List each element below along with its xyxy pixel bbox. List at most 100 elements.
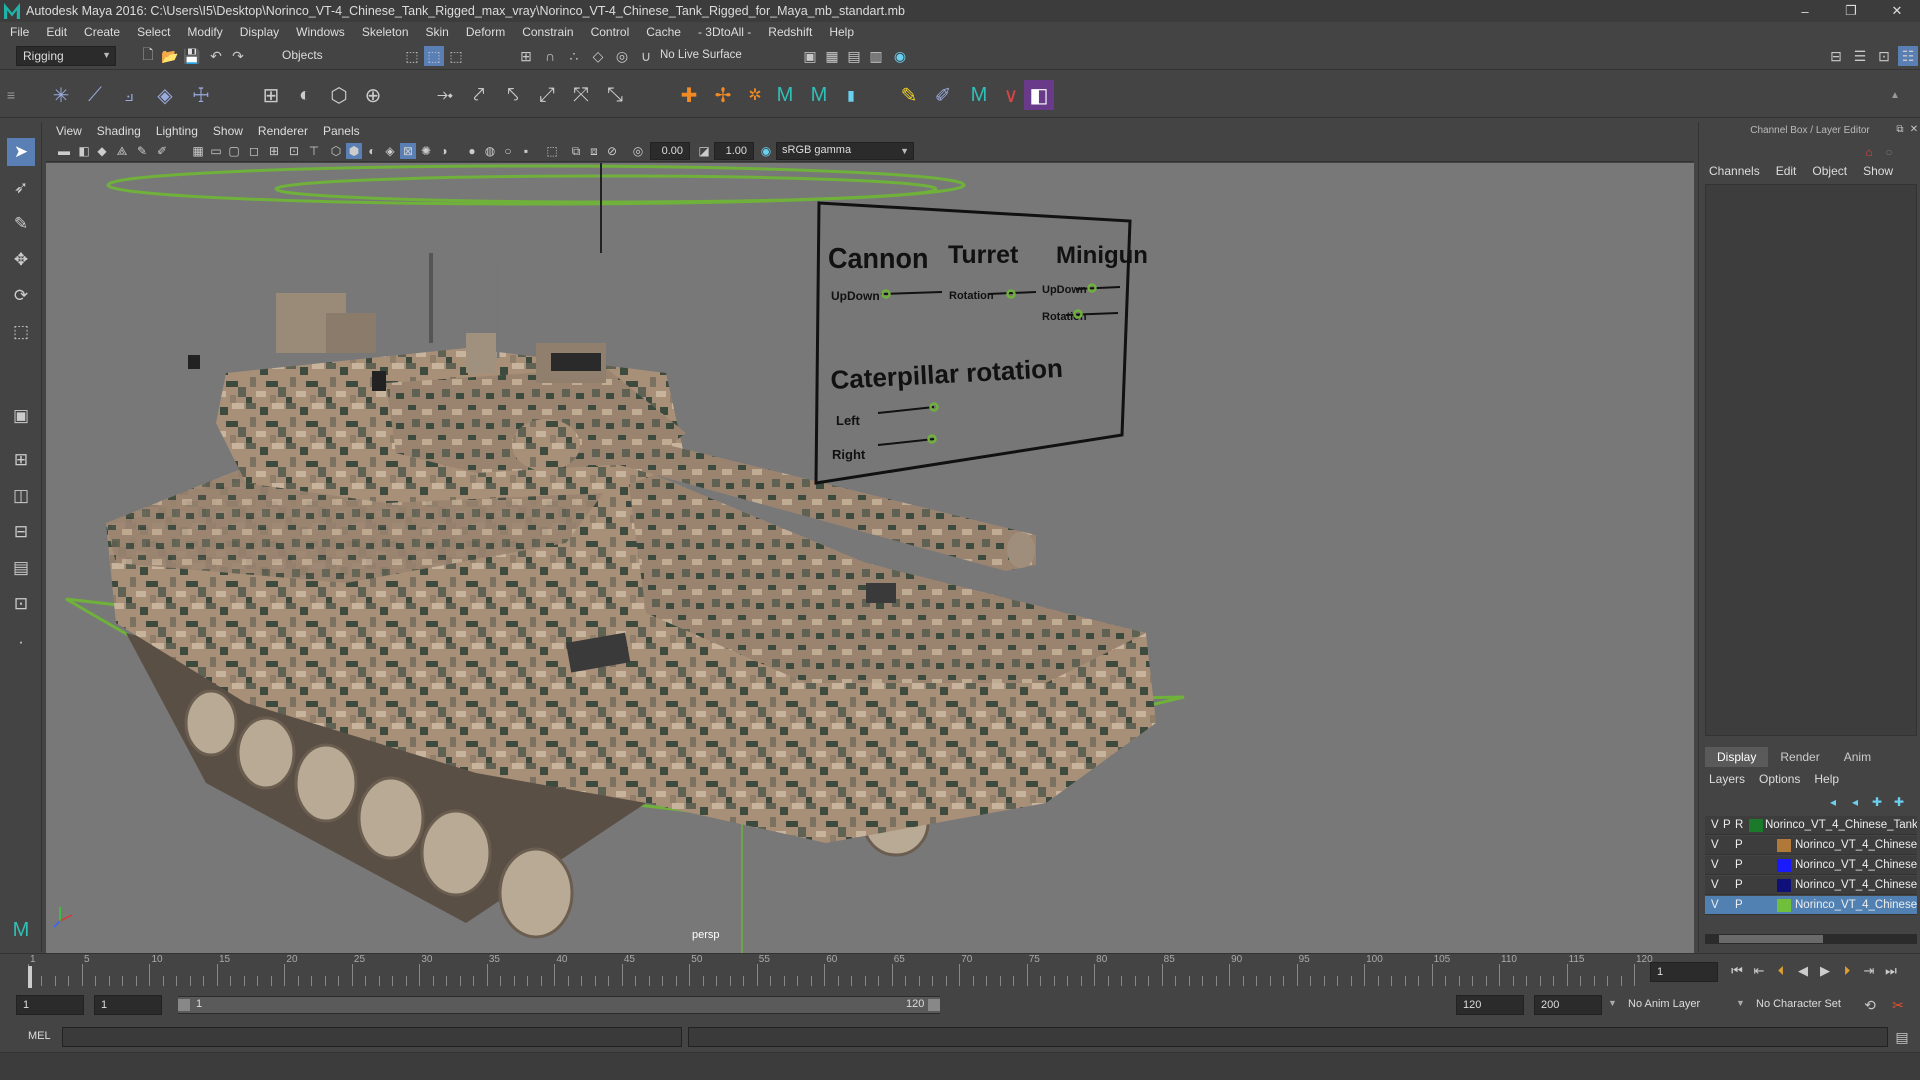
animation-end-field[interactable]: 200 <box>1534 995 1602 1015</box>
xray-joints-icon[interactable]: ⧈ <box>586 143 602 159</box>
channels-menu[interactable]: Channels <box>1709 164 1760 178</box>
layer-color-swatch[interactable] <box>1749 819 1763 832</box>
selection-mode-dropdown[interactable]: Objects <box>276 46 376 66</box>
cb-show-menu[interactable]: Show <box>1863 164 1893 178</box>
menu-deform[interactable]: Deform <box>466 25 505 39</box>
cluster-icon[interactable]: ◐ <box>290 80 320 110</box>
safe-title-icon[interactable]: ⊤ <box>306 143 322 159</box>
layer-row[interactable]: V P Norinco_VT_4_Chinese <box>1705 836 1917 855</box>
range-slider-bar[interactable]: 1 120 <box>178 997 940 1013</box>
snap-surface-icon[interactable]: ◎ <box>612 46 632 66</box>
menu-cache[interactable]: Cache <box>646 25 681 39</box>
2d-pan-icon[interactable]: ✐ <box>154 143 170 159</box>
mash-icon[interactable]: M <box>770 80 800 110</box>
tab-display[interactable]: Display <box>1705 747 1769 767</box>
channel-options-icon[interactable]: ⌂ <box>1859 142 1879 162</box>
lasso-tool-icon[interactable]: ➶ <box>7 174 35 202</box>
go-to-end-icon[interactable]: ⏭ <box>1882 962 1900 980</box>
new-scene-icon[interactable]: 🗋 <box>138 46 158 66</box>
motion-blur-icon[interactable]: ◍ <box>482 143 498 159</box>
panel-menu-lighting[interactable]: Lighting <box>156 124 198 138</box>
chevron-down-icon[interactable]: ▼ <box>1608 998 1617 1008</box>
preferences-icon[interactable]: ✂ <box>1888 995 1908 1015</box>
menu-display[interactable]: Display <box>240 25 279 39</box>
paint-weights-icon[interactable]: ✎ <box>894 80 924 110</box>
menu-help[interactable]: Help <box>829 25 854 39</box>
menu-create[interactable]: Create <box>84 25 120 39</box>
float-panel-icon[interactable]: ⧉ <box>1893 122 1907 136</box>
bind-skin-icon[interactable]: ◈ <box>150 80 180 110</box>
wireframe-on-shaded-icon[interactable]: ◈ <box>382 143 398 159</box>
image-plane-icon[interactable]: ⟁ <box>114 143 130 159</box>
ipr-render-icon[interactable]: ▤ <box>844 46 864 66</box>
range-start-handle[interactable] <box>178 999 190 1011</box>
depth-of-field-icon[interactable]: ▪ <box>518 143 534 159</box>
snap-grid-icon[interactable]: ⊞ <box>516 46 536 66</box>
select-component-icon[interactable]: ⬚ <box>446 46 466 66</box>
layer-reference[interactable]: R <box>1735 819 1743 831</box>
range-end-handle[interactable] <box>928 999 940 1011</box>
scale-constraint-icon[interactable]: ⤢ <box>532 80 562 110</box>
aim-constraint-icon[interactable]: ⤧ <box>566 80 596 110</box>
gamma-icon[interactable]: ◪ <box>696 143 712 159</box>
script-editor-icon[interactable]: ▤ <box>1892 1027 1912 1047</box>
channel-box-toggle-icon[interactable]: ☷ <box>1898 46 1918 66</box>
rotate-tool-icon[interactable]: ⟳ <box>7 282 35 310</box>
move-layer-down-icon[interactable]: ◂ <box>1845 792 1865 812</box>
color-management-icon[interactable]: ◉ <box>758 143 774 159</box>
smooth-shade-icon[interactable]: ⬢ <box>346 143 362 159</box>
layer-row[interactable]: V P R Norinco_VT_4_Chinese_Tank <box>1705 816 1917 835</box>
bookmark-icon[interactable]: ◆ <box>94 143 110 159</box>
step-forward-key-icon[interactable]: ⇥ <box>1860 962 1878 980</box>
animation-start-field[interactable]: 1 <box>16 995 84 1015</box>
layer-row[interactable]: V P Norinco_VT_4_Chinese <box>1705 876 1917 895</box>
time-slider[interactable]: 1 5 10 15 20 25 30 35 40 45 50 55 60 65 70 75 80 85 90 95 10… <box>0 953 1920 989</box>
textured-icon[interactable]: ⊠ <box>400 143 416 159</box>
anim-layer-dropdown[interactable]: No Anim Layer <box>1622 995 1740 1015</box>
shader-ball-icon[interactable]: ◧ <box>1024 80 1054 110</box>
chevron-down-icon[interactable]: ▼ <box>1736 998 1745 1008</box>
perspective-viewport[interactable]: Cannon Turret Minigun UpDown Rotation Up… <box>46 163 1694 953</box>
character-set-dropdown[interactable]: No Character Set <box>1750 995 1868 1015</box>
panel-menu-renderer[interactable]: Renderer <box>258 124 308 138</box>
select-tool-icon[interactable]: ➤ <box>7 138 35 166</box>
ik-spline-icon[interactable]: ⟓ <box>114 80 144 110</box>
panel-menu-view[interactable]: View <box>56 124 82 138</box>
shelf-tabs-icon[interactable]: ≡ <box>4 80 18 110</box>
current-frame-field[interactable]: 1 <box>1650 962 1718 982</box>
screen-space-ao-icon[interactable]: ● <box>464 143 480 159</box>
point-constraint-icon[interactable]: ⤤ <box>464 80 494 110</box>
open-scene-icon[interactable]: 📂 <box>160 46 180 66</box>
hypershade-icon[interactable]: ◉ <box>890 46 910 66</box>
use-all-lights-icon[interactable]: ✺ <box>418 143 434 159</box>
menu-3dtoall[interactable]: - 3DtoAll - <box>698 25 751 39</box>
exposure-icon[interactable]: ◎ <box>630 143 646 159</box>
single-view-icon[interactable]: ▣ <box>7 402 35 430</box>
menu-constrain[interactable]: Constrain <box>522 25 573 39</box>
play-forward-icon[interactable]: ▶ <box>1816 962 1834 980</box>
menuset-dropdown[interactable]: Rigging ▼ <box>16 46 116 66</box>
layer-playback[interactable]: P <box>1723 819 1731 831</box>
resolution-gate-icon[interactable]: ▢ <box>226 143 242 159</box>
menu-modify[interactable]: Modify <box>187 25 222 39</box>
camera-attr-icon[interactable]: ◧ <box>76 143 92 159</box>
custom-layout-icon[interactable]: · <box>7 628 35 656</box>
le-help-menu[interactable]: Help <box>1814 772 1839 786</box>
mash-tool-icon[interactable]: M <box>964 80 994 110</box>
layer-color-swatch[interactable] <box>1777 839 1791 852</box>
mash-network-icon[interactable]: M <box>804 80 834 110</box>
film-gate-icon[interactable]: ▭ <box>208 143 224 159</box>
side-by-side-icon[interactable]: ◫ <box>7 482 35 510</box>
range-slider-track[interactable]: 1 120 <box>178 996 940 1014</box>
menu-skeleton[interactable]: Skeleton <box>362 25 409 39</box>
layer-visibility[interactable]: V <box>1711 879 1719 891</box>
layer-scrollbar[interactable] <box>1705 934 1917 944</box>
snap-plane-icon[interactable]: ◇ <box>588 46 608 66</box>
soft-mod-icon[interactable]: ⊕ <box>358 80 388 110</box>
exposure-field[interactable]: 0.00 <box>650 142 690 160</box>
use-default-material-icon[interactable]: ◐ <box>364 143 380 159</box>
render-settings-icon[interactable]: ▥ <box>866 46 886 66</box>
panel-menu-show[interactable]: Show <box>213 124 243 138</box>
shelf-scroll-icon[interactable]: ▲ <box>1888 80 1902 110</box>
menu-edit[interactable]: Edit <box>46 25 67 39</box>
